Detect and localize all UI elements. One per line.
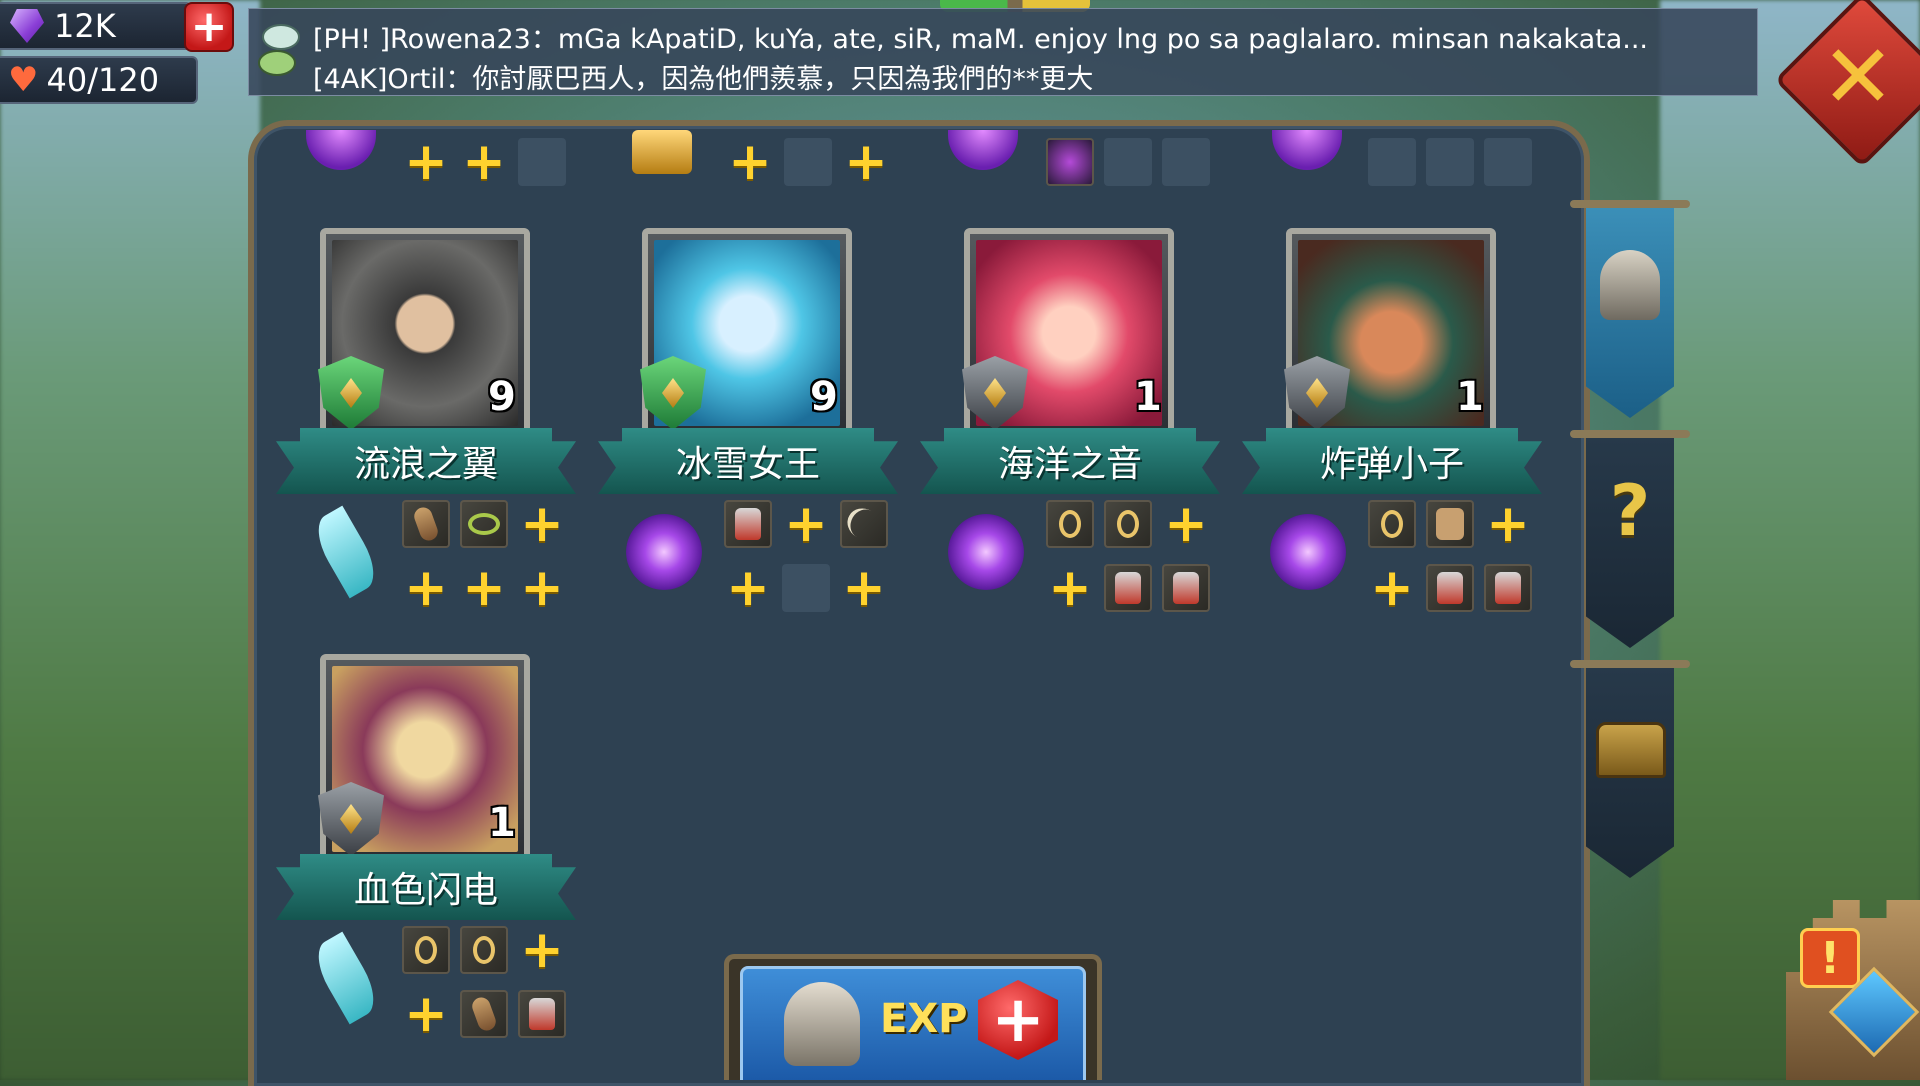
emblem-icon [632,130,692,174]
orb-icon [626,514,702,590]
equipment-slot[interactable] [1162,564,1210,612]
add-gems-button[interactable]: + [184,2,234,52]
plus-icon[interactable]: + [726,136,774,188]
gauntlet-icon [1115,572,1141,604]
plus-icon[interactable]: + [782,498,830,550]
equipment-slot[interactable] [1104,564,1152,612]
equipment-slot[interactable] [1046,500,1094,548]
gauntlet-icon [529,998,555,1030]
hero-name: 流浪之翼 [353,444,498,485]
wreath-icon [468,513,500,535]
arm-guard-icon [411,504,441,544]
background-left [0,0,260,1080]
arm-guard-icon [469,994,499,1034]
bow-icon [841,502,887,546]
empty-slot [518,138,566,186]
equipment-slot[interactable] [1484,564,1532,612]
gauntlet-icon [1495,572,1521,604]
plus-icon[interactable]: + [518,924,566,976]
helmet-icon [1600,250,1660,320]
plus-icon[interactable]: + [724,562,772,614]
plus-icon[interactable]: + [840,562,888,614]
empty-slot [784,138,832,186]
empty-slot [1104,138,1152,186]
hero-name: 炸弹小子 [1319,444,1464,485]
gauntlet-icon [1173,572,1199,604]
hero-level: 1 [1134,374,1162,420]
chat-message-2: [4AK]Ortil：你討厭巴西人，因為他們羨慕，只因為我們的**更大 [313,64,1094,95]
empty-slot [1162,138,1210,186]
chat-icon [258,24,300,76]
empty-slot [1426,138,1474,186]
plus-icon[interactable]: + [460,136,508,188]
equipment-slot[interactable] [460,500,508,548]
hero-name: 血色闪电 [353,870,498,911]
plus-icon[interactable]: + [518,562,566,614]
equipment-slot[interactable] [840,500,888,548]
chest-icon [1596,722,1666,778]
exp-label: EXP [880,996,968,1042]
hero-name: 冰雪女王 [675,444,820,485]
tab-rod [1570,200,1690,208]
close-icon[interactable]: ✕ [1800,18,1916,134]
chat-ticker[interactable]: [PH! ]Rowena23：mGa kApatiD, kuYa, ate, s… [248,8,1758,96]
tab-rod [1570,430,1690,438]
plus-icon[interactable]: + [402,988,450,1040]
equipment-slot[interactable] [1426,564,1474,612]
equipment-slot[interactable] [1368,500,1416,548]
tab-rod [1570,660,1690,668]
plus-icon[interactable]: + [402,136,450,188]
hero-level: 1 [488,800,516,846]
plus-icon[interactable]: + [1484,498,1532,550]
orb-icon [1270,514,1346,590]
orb-icon [948,514,1024,590]
pouch-icon [1436,508,1464,540]
gauntlet-icon [1437,572,1463,604]
equipment-slot[interactable] [518,990,566,1038]
plus-icon[interactable]: + [518,498,566,550]
equipment-slot[interactable] [460,926,508,974]
equipment-slot[interactable] [724,500,772,548]
plus-icon[interactable]: + [842,136,890,188]
equipment-slot[interactable] [460,990,508,1038]
gem-icon [10,9,44,43]
equipment-slot[interactable] [402,926,450,974]
alert-icon[interactable]: ! [1800,928,1860,988]
hero-name: 海洋之音 [997,444,1142,485]
ring-icon [1117,510,1139,538]
plus-icon[interactable]: + [460,562,508,614]
stamina-value: 40/120 [46,61,160,99]
hero-level: 9 [810,374,838,420]
empty-slot [782,564,830,612]
heart-icon: ♥ [8,60,39,100]
plus-icon[interactable]: + [402,562,450,614]
ring-icon [1059,510,1081,538]
ring-icon [1381,510,1403,538]
chat-message-1: [PH! ]Rowena23：mGa kApatiD, kuYa, ate, s… [313,24,1649,55]
question-icon: ? [1609,470,1651,552]
ring-icon [473,936,495,964]
ring-icon [415,936,437,964]
equipment-slot[interactable] [1426,500,1474,548]
empty-slot [1368,138,1416,186]
plus-icon[interactable]: + [1368,562,1416,614]
equipment-slot[interactable] [1104,500,1152,548]
empty-slot [1484,138,1532,186]
gems-value: 12K [54,7,116,45]
stamina-counter: ♥ 40/120 [0,56,198,104]
gauntlet-icon [735,508,761,540]
plus-icon[interactable]: + [1162,498,1210,550]
rune-slot[interactable] [1046,138,1094,186]
hero-level: 1 [1456,374,1484,420]
helmet-icon [784,982,860,1066]
hero-level: 9 [488,374,516,420]
plus-icon[interactable]: + [1046,562,1094,614]
gems-counter: 12K [0,2,192,50]
equipment-slot[interactable] [402,500,450,548]
